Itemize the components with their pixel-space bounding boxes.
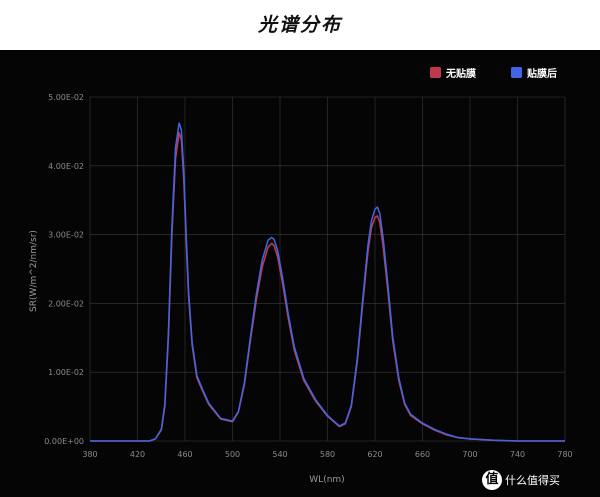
x-tick-label: 740: [510, 450, 525, 459]
x-tick-label: 660: [415, 450, 430, 459]
x-tick-label: 780: [557, 450, 572, 459]
y-tick-label: 5.00E-02: [48, 93, 84, 102]
y-tick-labels: 0.00E+00 1.00E-02 2.00E-02 3.00E-02 4.00E-02…: [44, 93, 84, 446]
x-tick-label: 700: [462, 450, 477, 459]
chart-panel: 380 420 460 500 540 580 620 660 700 740 780 0.00E+…: [0, 50, 600, 497]
x-tick-label: 500: [225, 450, 240, 459]
spectrum-chart: 380 420 460 500 540 580 620 660 700 740 780 0.00E+…: [29, 67, 573, 485]
y-tick-label: 1.00E-02: [48, 368, 84, 377]
watermark-text: 什么值得买: [505, 474, 560, 487]
grid: [89, 96, 566, 442]
page-title: 光谱分布: [257, 14, 342, 36]
legend-swatch-1: [430, 67, 441, 78]
y-tick-label: 4.00E-02: [48, 162, 84, 171]
legend: 无贴膜 贴膜后: [430, 67, 557, 80]
x-tick-label: 620: [367, 450, 382, 459]
y-axis-label: SR(W/m^2/nm/sr): [29, 230, 39, 312]
x-tick-label: 460: [177, 450, 192, 459]
x-axis-label: WL(nm): [309, 475, 344, 485]
legend-label-2: 贴膜后: [526, 67, 557, 80]
watermark-logo-icon: 值: [482, 470, 502, 490]
x-tick-label: 580: [320, 450, 335, 459]
x-tick-label: 380: [82, 450, 97, 459]
legend-label-1: 无贴膜: [445, 67, 476, 80]
x-tick-label: 540: [272, 450, 287, 459]
y-tick-label: 0.00E+00: [44, 437, 84, 446]
legend-swatch-2: [511, 67, 522, 78]
x-tick-label: 420: [130, 450, 145, 459]
y-tick-label: 2.00E-02: [48, 299, 84, 308]
x-tick-labels: 380 420 460 500 540 580 620 660 700 740 780: [82, 450, 572, 459]
y-tick-label: 3.00E-02: [48, 231, 84, 240]
